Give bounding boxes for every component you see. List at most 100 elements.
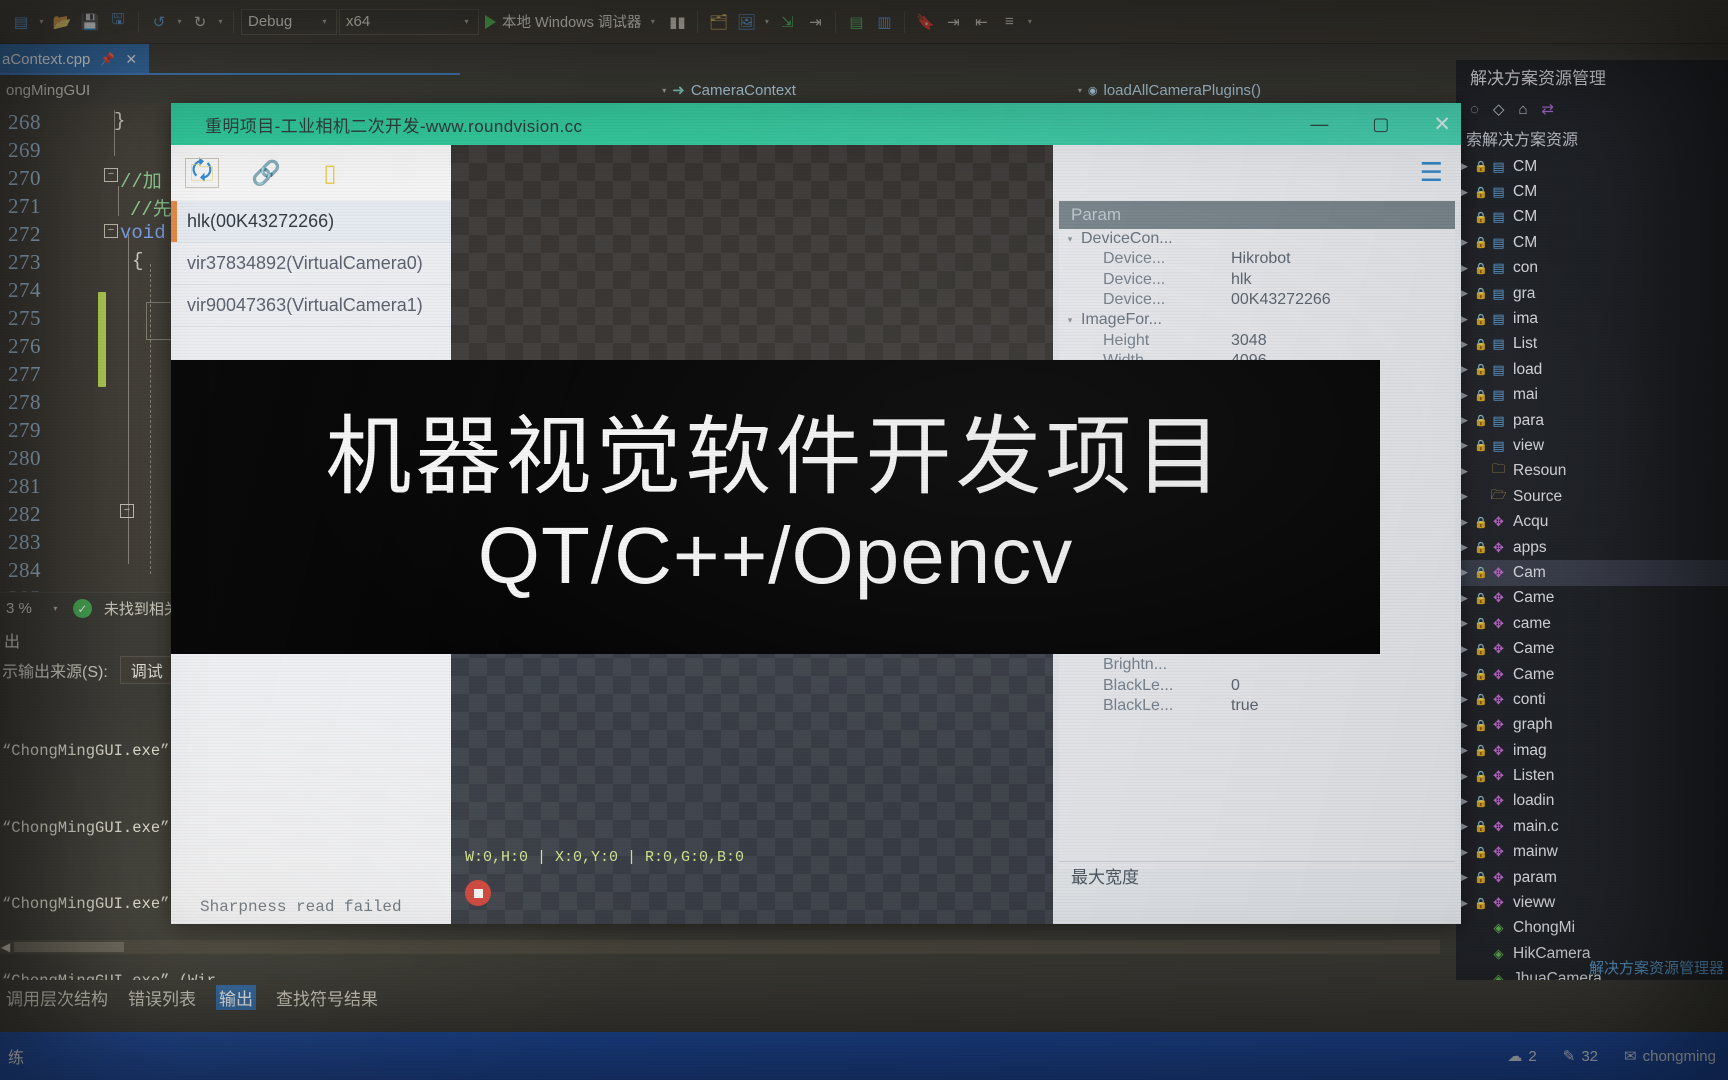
parameter-row[interactable]: BlackLe... 0 xyxy=(1059,676,1455,696)
redo-icon[interactable]: ↻ xyxy=(187,9,213,35)
parameter-row[interactable]: Device... 00K43272266 xyxy=(1059,290,1455,310)
overflow-icon[interactable]: ▾ xyxy=(1024,17,1035,26)
parameter-value[interactable]: 0 xyxy=(1231,677,1240,695)
solution-tree-row[interactable]: ▶ 🔒 ▤ ima xyxy=(1456,306,1728,331)
window-dropdown-icon[interactable]: ▾ xyxy=(761,17,772,26)
undo-dropdown-icon[interactable]: ▾ xyxy=(174,17,185,26)
solution-tree-row[interactable]: ▶ 🔒 ▤ List xyxy=(1456,332,1728,357)
parameter-value[interactable]: Hikrobot xyxy=(1231,250,1291,268)
nav-member[interactable]: ▾ ◉ loadAllCameraPlugins() xyxy=(1072,82,1267,99)
bottom-tab-error-list[interactable]: 错误列表 xyxy=(128,985,196,1010)
solution-tree-row[interactable]: ▶ 🔒 ✥ Came xyxy=(1456,662,1728,687)
solution-tree-row[interactable]: ▶ 🔒 ▤ mai xyxy=(1456,383,1728,408)
solution-tree-row[interactable]: ▶ 🗀 Resoun xyxy=(1456,459,1728,484)
pin-icon[interactable]: 📌 xyxy=(100,52,115,66)
solution-tree-row[interactable]: ▶ 🔒 ✥ Listen xyxy=(1456,763,1728,788)
solution-tree-row[interactable]: ▶ 🔒 ✥ came xyxy=(1456,611,1728,636)
parameter-value[interactable]: true xyxy=(1231,697,1259,715)
zoom-control[interactable]: 3 % ▾ xyxy=(6,600,61,617)
uncomment-icon[interactable]: ▥ xyxy=(871,9,897,35)
parameter-row[interactable]: ▾ DeviceCon... xyxy=(1059,229,1455,249)
open-file-icon[interactable]: 📂 xyxy=(49,9,75,35)
output-source-combo[interactable]: 调试 xyxy=(119,656,174,684)
solution-tree[interactable]: ▶ 🔒 ▤ CM ▶ 🔒 ▤ CM 🔒 ▤ CM ▶ 🔒 ▤ CM ▶ 🔒 ▤ con ▶ 🔒 ▤ gra ▶ 🔒 ▤ ima ▶ 🔒 ▤… xyxy=(1456,154,1728,980)
fold-toggle-icon[interactable]: − xyxy=(104,224,118,238)
solution-tree-row[interactable]: ▶ 🔒 ✥ imag xyxy=(1456,738,1728,763)
step-into-icon[interactable]: ⇲ xyxy=(774,9,800,35)
solution-tree-row[interactable]: ▶ 🔒 ▤ gra xyxy=(1456,281,1728,306)
twisty-icon[interactable]: ▾ xyxy=(1059,315,1081,326)
solution-tree-row[interactable]: ▶ 🔒 ✥ Came xyxy=(1456,586,1728,611)
solution-tree-row[interactable]: ▶ 🔒 ✥ conti xyxy=(1456,687,1728,712)
parameter-row[interactable]: Height 3048 xyxy=(1059,330,1455,350)
solution-tree-row[interactable]: ▶ 🔒 ✥ apps xyxy=(1456,535,1728,560)
output-horizontal-scrollbar[interactable]: ◀ xyxy=(0,940,1440,954)
parameter-row[interactable]: Brightn... xyxy=(1059,655,1455,675)
solution-tree-row[interactable]: ▶ 🔒 ▤ load xyxy=(1456,357,1728,382)
comment-icon[interactable]: ▤ xyxy=(843,9,869,35)
redo-dropdown-icon[interactable]: ▾ xyxy=(215,17,226,26)
parameter-row[interactable]: BlackLe... true xyxy=(1059,696,1455,716)
qt-title-bar[interactable]: 重明项目-工业相机二次开发-www.roundvision.cc — ▢ ✕ xyxy=(171,103,1461,145)
chevron-down-icon[interactable]: ▾ xyxy=(50,604,61,613)
save-all-icon[interactable]: 🖫 xyxy=(105,9,131,35)
bottom-tab-call-hierarchy[interactable]: 调用层次结构 xyxy=(6,985,108,1010)
step-over-icon[interactable]: ⇥ xyxy=(802,9,828,35)
undo-icon[interactable]: ↺ xyxy=(146,9,172,35)
bookmark-icon[interactable]: 🔖 xyxy=(912,9,938,35)
tray-item-pencil[interactable]: ✎ 32 xyxy=(1563,1047,1598,1066)
list-item[interactable]: hlk(00K43272266) xyxy=(171,201,451,243)
close-icon[interactable]: ✕ xyxy=(1433,112,1451,137)
scroll-left-icon[interactable]: ◀ xyxy=(1,940,10,954)
solution-tree-row[interactable]: ▶ 🔒 ✥ mainw xyxy=(1456,840,1728,865)
minimize-icon[interactable]: — xyxy=(1310,114,1328,135)
fold-toggle-icon[interactable]: − xyxy=(120,504,134,518)
tray-item-cloud[interactable]: ☁ 2 xyxy=(1507,1047,1536,1066)
solution-tree-row[interactable]: ▶ 🔒 ✥ param xyxy=(1456,865,1728,890)
solution-tree-row[interactable]: ▶ 🔒 ✥ main.c xyxy=(1456,814,1728,839)
solution-tree-row[interactable]: ▶ 🗁 Source xyxy=(1456,484,1728,509)
close-icon[interactable]: ✕ xyxy=(125,51,137,68)
filter-list-icon[interactable]: ☰ xyxy=(1420,157,1443,188)
bottom-tab-find-symbol[interactable]: 查找符号结果 xyxy=(276,985,378,1010)
list-item[interactable]: vir37834892(VirtualCamera0) xyxy=(171,243,451,285)
link-icon[interactable]: 🔗 xyxy=(249,158,283,188)
home-icon[interactable]: ⌂ xyxy=(1518,101,1527,118)
solution-tree-row[interactable]: ▶ 🔒 ✥ loadin xyxy=(1456,789,1728,814)
solution-tree-row[interactable]: ▶ 🔒 ✥ Cam xyxy=(1456,560,1728,586)
nav-class[interactable]: ▾ ➜ CameraContext xyxy=(656,81,802,100)
solution-tree-row[interactable]: ▶ 🔒 ✥ Acqu xyxy=(1456,509,1728,534)
twisty-icon[interactable]: ▾ xyxy=(1059,234,1081,245)
start-debug-button[interactable]: 本地 Windows 调试器 ▾ xyxy=(481,11,662,32)
solution-tree-row[interactable]: ◈ ChongMi xyxy=(1456,916,1728,941)
bulb-icon[interactable]: ▯ xyxy=(313,158,347,188)
back-icon[interactable]: ◌ xyxy=(1470,101,1479,118)
solution-tree-row[interactable]: ▶ 🔒 ▤ CM xyxy=(1456,230,1728,255)
stop-recording-icon[interactable] xyxy=(465,880,491,906)
indent-icon[interactable]: ⇥ xyxy=(940,9,966,35)
scrollbar-thumb[interactable] xyxy=(14,942,124,952)
maximize-icon[interactable]: ▢ xyxy=(1372,114,1389,135)
sync-icon[interactable]: ⇄ xyxy=(1542,100,1555,118)
list-item[interactable]: vir90047363(VirtualCamera1) xyxy=(171,285,451,327)
solution-tree-row[interactable]: ▶ 🔒 ▤ CM xyxy=(1456,179,1728,204)
parameter-row[interactable]: Device... Hikrobot xyxy=(1059,249,1455,269)
new-project-dropdown-icon[interactable]: ▾ xyxy=(36,17,47,26)
solution-tree-row[interactable]: ▶ 🔒 ▤ con xyxy=(1456,256,1728,281)
new-project-icon[interactable]: ▤ xyxy=(8,9,34,35)
parameter-value[interactable]: 3048 xyxy=(1231,332,1267,350)
tray-item-chat[interactable]: ✉ chongming xyxy=(1624,1047,1716,1066)
save-icon[interactable]: 💾 xyxy=(77,9,103,35)
parameter-row[interactable]: ▾ ImageFor... xyxy=(1059,310,1455,330)
pause-icon[interactable]: ▮▮ xyxy=(664,9,690,35)
window-icon[interactable]: 🖼 xyxy=(733,9,759,35)
fold-toggle-icon[interactable]: − xyxy=(104,168,118,182)
solution-tree-row[interactable]: ▶ 🔒 ▤ CM xyxy=(1456,154,1728,179)
parameter-row[interactable]: Device... hlk xyxy=(1059,270,1455,290)
parameter-value[interactable]: 00K43272266 xyxy=(1231,291,1331,309)
solution-tree-row[interactable]: ▶ 🔒 ✥ graph xyxy=(1456,713,1728,738)
outdent-icon[interactable]: ⇤ xyxy=(968,9,994,35)
solution-search-input[interactable]: 索解决方案资源 xyxy=(1456,124,1728,152)
forward-icon[interactable]: ◇ xyxy=(1493,100,1505,118)
solution-tree-row[interactable]: ▶ 🔒 ✥ Came xyxy=(1456,636,1728,661)
